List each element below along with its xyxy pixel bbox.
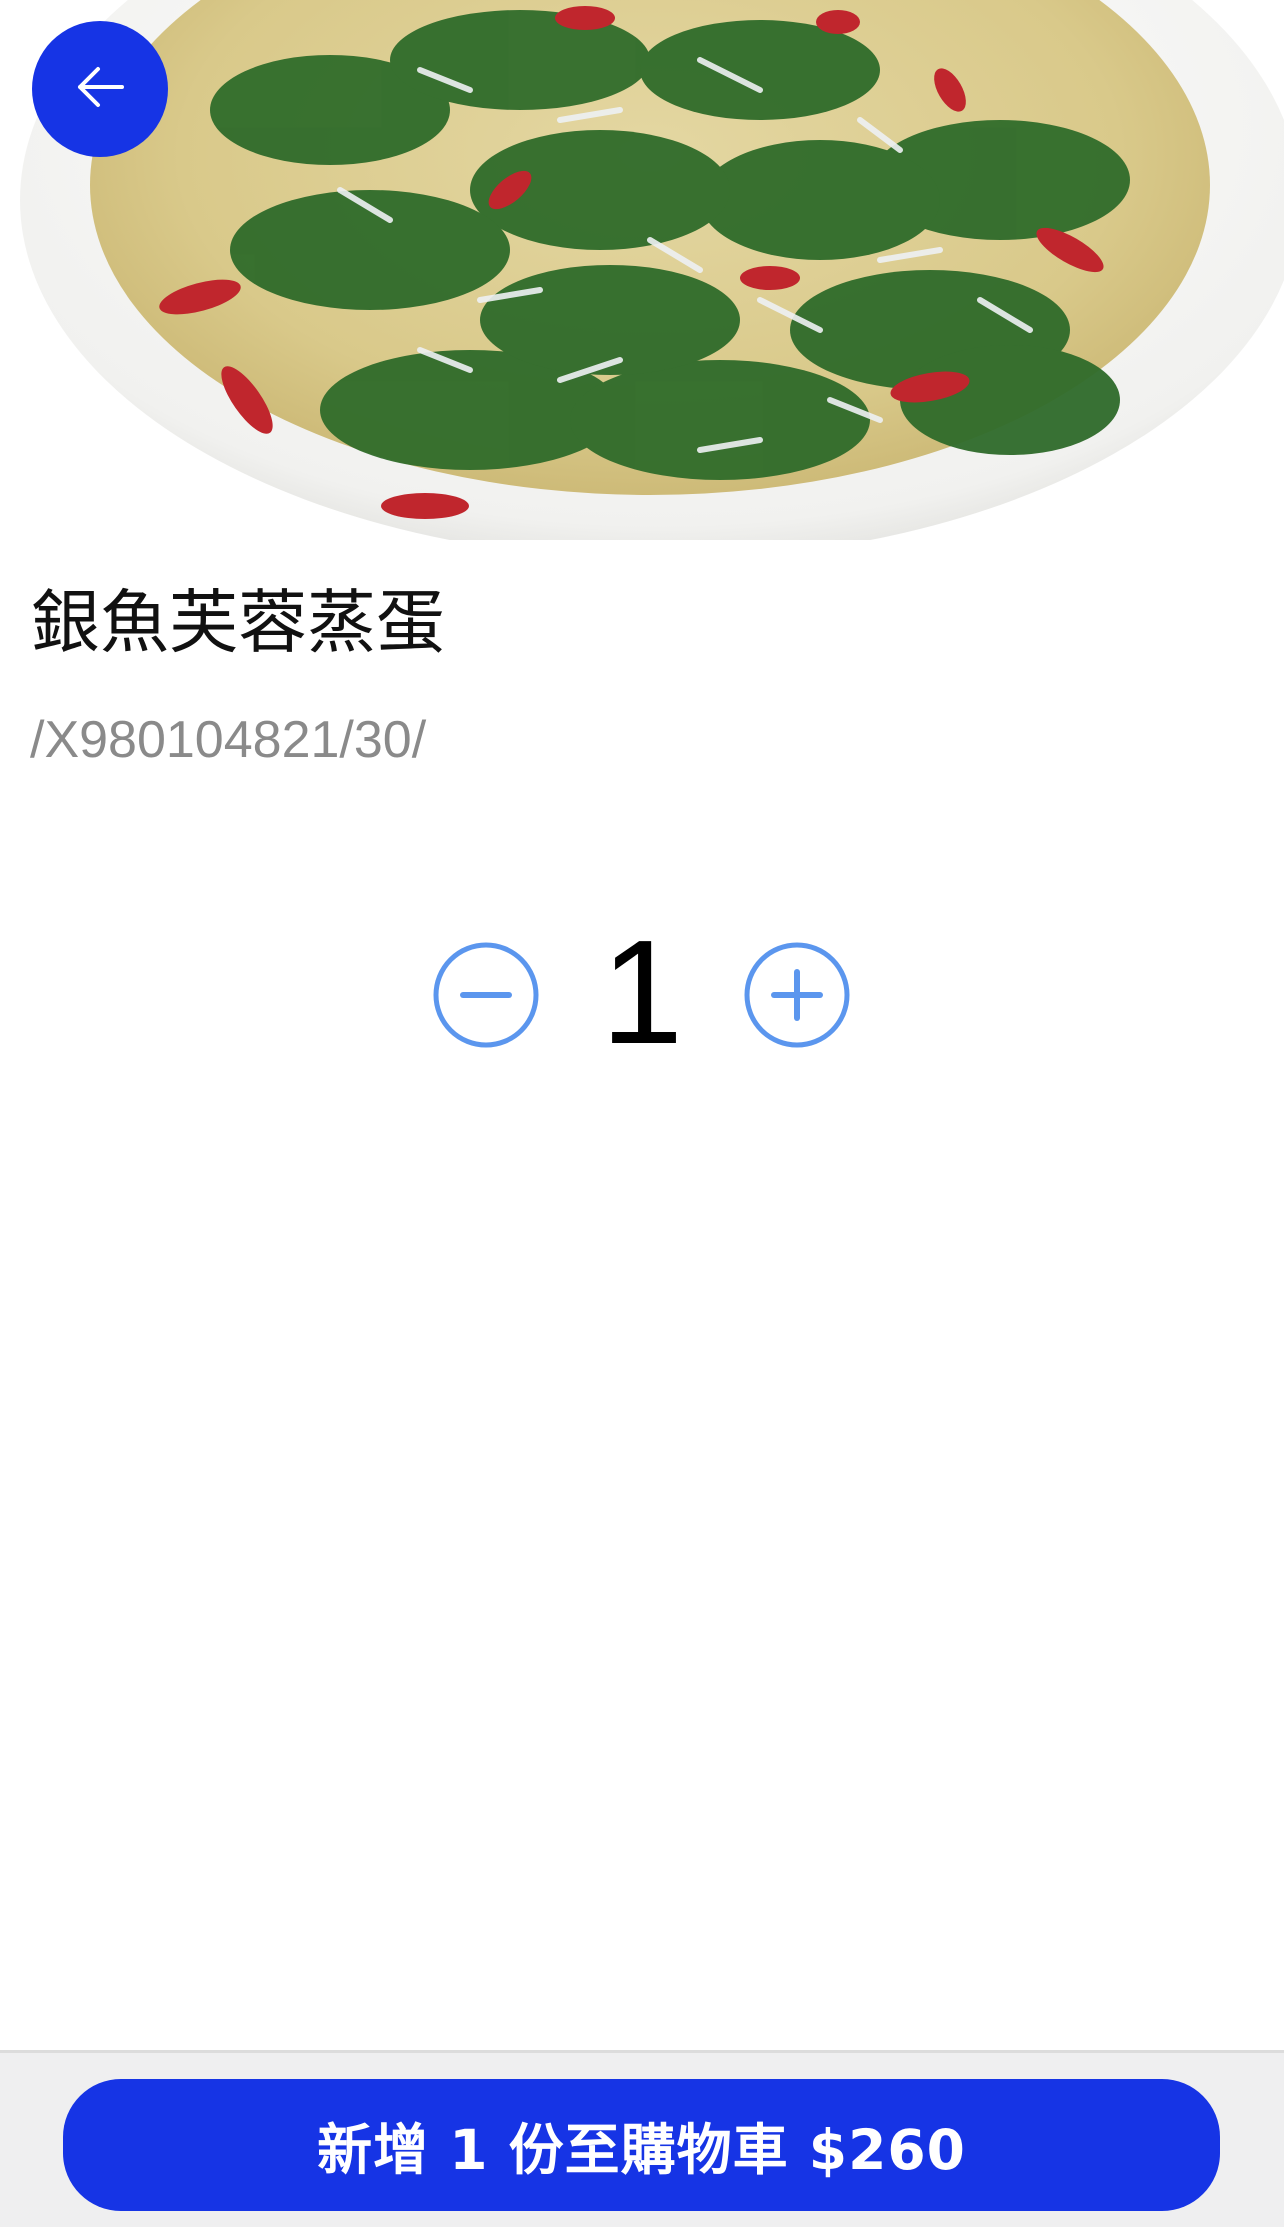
product-image [0,0,1284,540]
back-button[interactable] [32,21,168,157]
product-code: /X980104821/30/ [30,711,427,769]
product-title: 銀魚芙蓉蒸蛋 [31,583,445,663]
bottom-bar: 新增 1 份至購物車 $260 [0,2050,1284,2227]
arrow-left-icon [74,61,126,117]
add-to-cart-button[interactable]: 新增 1 份至購物車 $260 [63,2079,1220,2211]
plus-circle-icon [744,942,850,1052]
quantity-value: 1 [600,910,684,1075]
increase-quantity-button[interactable] [744,942,850,1048]
decrease-quantity-button[interactable] [433,942,539,1048]
minus-circle-icon [433,942,539,1052]
